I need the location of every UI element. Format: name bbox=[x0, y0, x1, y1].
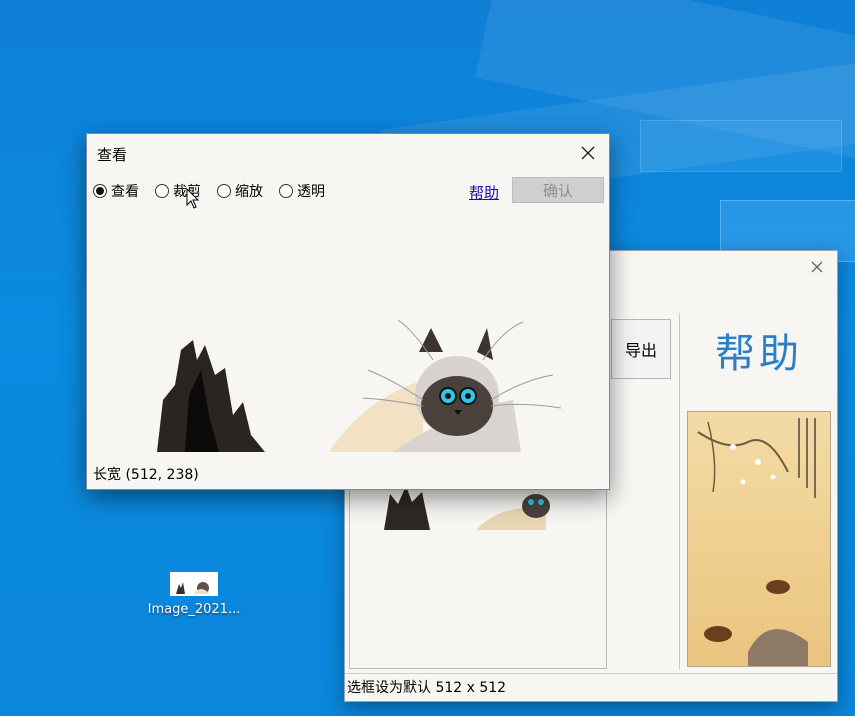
radio-icon bbox=[217, 184, 231, 198]
confirm-button-label: 确认 bbox=[542, 181, 573, 200]
radio-scale-label: 缩放 bbox=[235, 184, 263, 200]
export-button-label: 导出 bbox=[624, 341, 657, 360]
help-logo[interactable]: 帮助 bbox=[715, 321, 815, 379]
export-button[interactable]: 导出 bbox=[611, 319, 671, 379]
back-status-bar: 选框设为默认 512 x 512 bbox=[345, 673, 837, 701]
radio-icon bbox=[279, 184, 293, 198]
view-dialog: 查看 查看 裁剪 缩放 透明 帮助 确认 bbox=[86, 133, 610, 490]
mode-radio-group: 查看 裁剪 缩放 透明 bbox=[93, 180, 341, 202]
confirm-button[interactable]: 确认 bbox=[512, 177, 604, 203]
panel-divider bbox=[679, 313, 680, 669]
radio-view[interactable]: 查看 bbox=[93, 181, 139, 201]
help-link[interactable]: 帮助 bbox=[469, 182, 499, 203]
radio-icon bbox=[93, 184, 107, 198]
desktop-file-label: Image_2021... bbox=[147, 602, 241, 617]
status-bar: 长宽 (512, 238) bbox=[93, 467, 199, 483]
image-file-icon bbox=[170, 572, 218, 596]
radio-scale[interactable]: 缩放 bbox=[217, 181, 263, 201]
radio-transparent-label: 透明 bbox=[297, 184, 325, 200]
dialog-title: 查看 bbox=[97, 146, 128, 164]
image-preview-canvas[interactable] bbox=[93, 210, 603, 452]
cursor-icon bbox=[186, 187, 202, 210]
desktop-file-icon[interactable]: Image_2021... bbox=[146, 570, 242, 617]
back-preview-panel bbox=[349, 483, 607, 669]
radio-icon bbox=[155, 184, 169, 198]
radio-view-label: 查看 bbox=[111, 184, 139, 200]
radio-transparent[interactable]: 透明 bbox=[279, 181, 325, 201]
painting-thumbnail[interactable] bbox=[687, 411, 831, 667]
close-icon[interactable] bbox=[579, 144, 597, 162]
close-icon[interactable] bbox=[809, 259, 825, 275]
desktop-window-pane bbox=[640, 120, 842, 172]
